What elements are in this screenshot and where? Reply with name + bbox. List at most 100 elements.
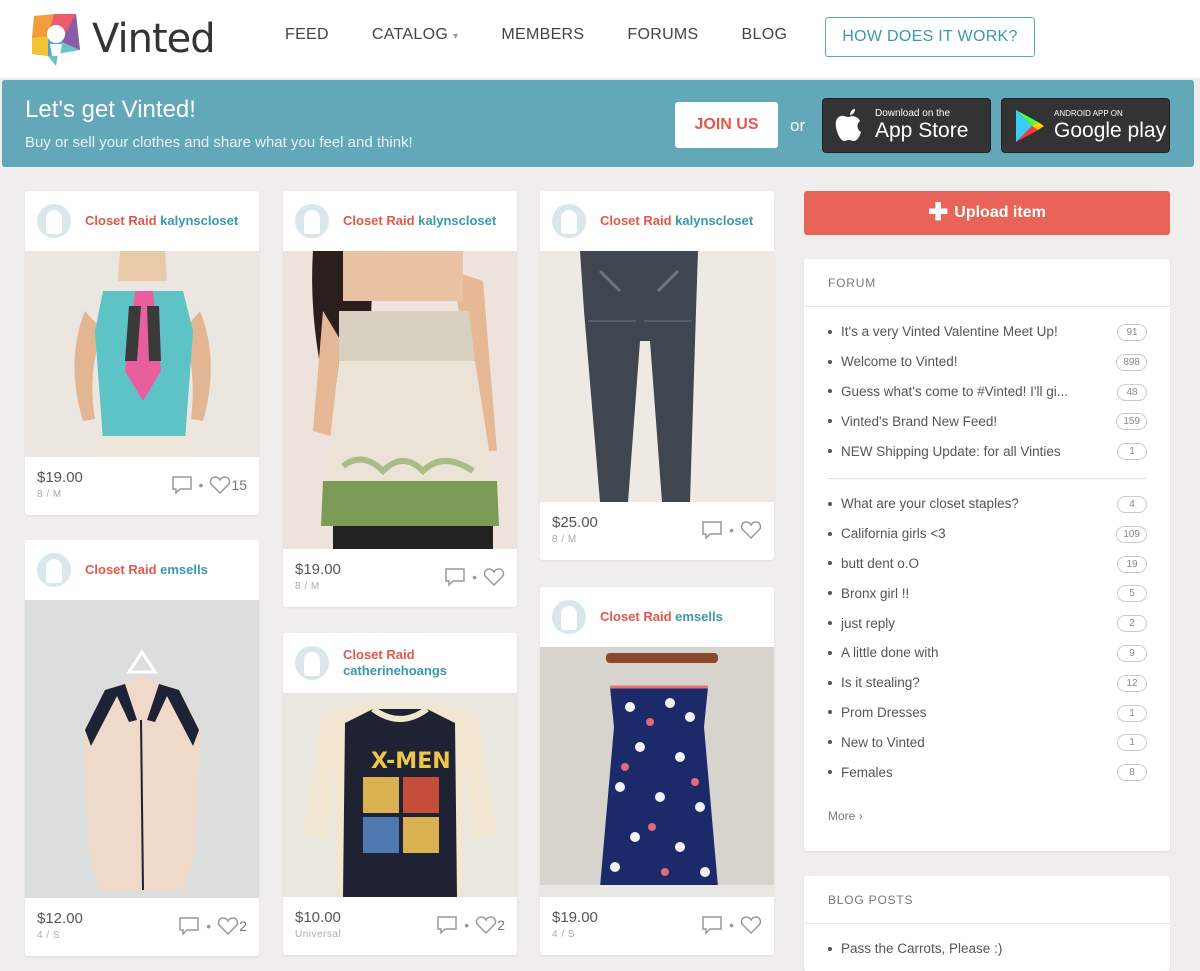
topic-title: What are your closet staples?	[841, 496, 1019, 512]
topic-title: just reply	[841, 615, 896, 631]
more-label: More	[828, 808, 856, 823]
google-play-icon	[1016, 109, 1044, 142]
item-user-link[interactable]: kalynscloset	[160, 213, 238, 228]
topic-title: California girls <3	[841, 526, 946, 542]
reply-count-badge: 1	[1117, 443, 1147, 461]
heart-icon[interactable]	[209, 475, 231, 495]
avatar[interactable]	[552, 204, 586, 238]
nav-blog[interactable]: BLOG	[742, 26, 788, 44]
item-card[interactable]: Closet Raid emsells $19.00 4 / S •	[540, 587, 774, 955]
jeans-photo[interactable]	[540, 251, 774, 502]
item-card[interactable]: Closet Raid kalynscloset $19.00 8 / M • …	[25, 191, 259, 515]
item-brand-link[interactable]: Closet Raid	[343, 213, 415, 228]
item-card[interactable]: Closet Raid kalynscloset $25.00 8 / M •	[540, 191, 774, 560]
forum-topic[interactable]: Females 8	[828, 757, 1147, 787]
item-card[interactable]: Closet Raid kalynscloset $19.00 8 / M •	[283, 191, 517, 607]
topic-title: Vinted's Brand New Feed!	[841, 413, 998, 429]
forum-topic[interactable]: New to Vinted 1	[828, 727, 1147, 757]
forum-topic[interactable]: Is it stealing? 12	[828, 668, 1147, 698]
forum-topic[interactable]: Prom Dresses 1	[828, 698, 1147, 728]
forum-topic[interactable]: Guess what's come to #Vinted! I'll gi...…	[828, 377, 1147, 407]
reply-count-badge: 898	[1116, 353, 1147, 371]
join-us-button[interactable]: JOIN US	[675, 102, 778, 148]
blog-posts-panel: BLOG POSTS Pass the Carrots, Please :)	[804, 876, 1170, 971]
forum-topic[interactable]: What are your closet staples? 4	[828, 489, 1147, 519]
item-owner-row: Closet Raid kalynscloset	[25, 191, 259, 251]
item-brand-link[interactable]: Closet Raid	[85, 213, 157, 228]
avatar[interactable]	[37, 204, 71, 238]
reply-count-badge: 159	[1116, 413, 1147, 431]
heart-icon[interactable]	[740, 915, 762, 935]
heart-icon[interactable]	[483, 567, 505, 587]
comment-icon[interactable]	[701, 520, 723, 540]
recent-topic-list: What are your closet staples? 4 Californi…	[804, 489, 1170, 787]
item-user-link[interactable]: emsells	[675, 609, 723, 624]
forum-topic[interactable]: Welcome to Vinted! 898	[828, 347, 1147, 377]
avatar[interactable]	[552, 600, 586, 634]
forum-topic[interactable]: butt dent o.O 19	[828, 549, 1147, 579]
comment-icon[interactable]	[436, 915, 458, 935]
appstore-small-text: Download on the	[875, 108, 951, 119]
item-user-link[interactable]: catherinehoangs	[343, 663, 447, 678]
topic-title: It's a very Vinted Valentine Meet Up!	[841, 324, 1058, 340]
pinned-topic-list: It's a very Vinted Valentine Meet Up! 91 …	[804, 317, 1170, 466]
item-brand-link[interactable]: Closet Raid	[600, 213, 672, 228]
item-user-link[interactable]: emsells	[160, 562, 208, 577]
reply-count-badge: 19	[1117, 555, 1147, 573]
forum-more-link[interactable]: More ›	[804, 809, 1170, 823]
item-user-link[interactable]: kalynscloset	[418, 213, 496, 228]
camisole-photo[interactable]	[283, 251, 517, 549]
heart-icon[interactable]	[475, 915, 497, 935]
reply-count-badge: 9	[1117, 644, 1147, 662]
divider	[828, 477, 1147, 479]
nav-feed[interactable]: FEED	[285, 26, 329, 44]
nav-catalog[interactable]: CATALOG ▾	[372, 26, 459, 44]
comment-icon[interactable]	[701, 915, 723, 935]
heart-icon[interactable]	[740, 520, 762, 540]
forum-topic[interactable]: Bronx girl !! 5	[828, 578, 1147, 608]
reply-count-badge: 1	[1117, 704, 1147, 722]
polka-dress-photo[interactable]	[540, 647, 774, 897]
avatar[interactable]	[37, 553, 71, 587]
reply-count-badge: 48	[1117, 383, 1147, 401]
forum-topic[interactable]: NEW Shipping Update: for all Vinties 1	[828, 436, 1147, 466]
topic-title: butt dent o.O	[841, 555, 920, 571]
item-owner-row: Closet Raid kalynscloset	[283, 191, 517, 251]
forum-topic[interactable]: It's a very Vinted Valentine Meet Up! 91	[828, 317, 1147, 347]
avatar[interactable]	[295, 204, 329, 238]
item-brand-link[interactable]: Closet Raid	[85, 562, 157, 577]
upload-item-button[interactable]: ✚ Upload item	[804, 191, 1170, 235]
topic-title: Females	[841, 764, 893, 780]
heart-icon[interactable]	[217, 916, 239, 936]
how-does-it-work-button[interactable]: HOW DOES IT WORK?	[825, 17, 1035, 57]
item-user-link[interactable]: kalynscloset	[675, 213, 753, 228]
chevron-down-icon: ▾	[453, 31, 459, 42]
plus-icon: ✚	[928, 199, 949, 226]
blouse-photo[interactable]	[25, 600, 259, 898]
comment-icon[interactable]	[171, 475, 193, 495]
item-owner-row: Closet Raid emsells	[540, 587, 774, 647]
item-brand-link[interactable]: Closet Raid	[343, 647, 415, 662]
nav-members[interactable]: MEMBERS	[501, 26, 584, 44]
forum-topic[interactable]: Vinted's Brand New Feed! 159	[828, 406, 1147, 436]
item-card[interactable]: Closet Raid catherinehoangs X-MEN $10.00 …	[283, 633, 517, 955]
forum-topic[interactable]: California girls <3 109	[828, 519, 1147, 549]
reply-count-badge: 8	[1117, 764, 1147, 782]
forum-topic[interactable]: A little done with 9	[828, 638, 1147, 668]
forum-topic[interactable]: just reply 2	[828, 608, 1147, 638]
item-brand-link[interactable]: Closet Raid	[600, 609, 672, 624]
item-card[interactable]: Closet Raid emsells $12.00 4 / S • 2	[25, 540, 259, 956]
avatar[interactable]	[295, 646, 329, 680]
nav-forums[interactable]: FORUMS	[627, 26, 698, 44]
main-nav: FEED CATALOG ▾ MEMBERS FORUMS BLOG	[285, 26, 830, 44]
google-play-button[interactable]: ANDROID APP ON Google play	[1001, 98, 1170, 153]
forum-title: FORUM	[804, 259, 1170, 307]
blog-post-item[interactable]: Pass the Carrots, Please :)	[828, 934, 1147, 964]
comment-icon[interactable]	[444, 567, 466, 587]
comment-icon[interactable]	[178, 916, 200, 936]
vinted-logo[interactable]: Vinted	[26, 10, 216, 68]
app-store-button[interactable]: Download on the App Store	[822, 98, 991, 153]
reply-count-badge: 2	[1117, 615, 1147, 633]
xmen-shirt-photo[interactable]: X-MEN	[283, 693, 517, 897]
sleeveless-top-photo[interactable]	[25, 251, 259, 457]
